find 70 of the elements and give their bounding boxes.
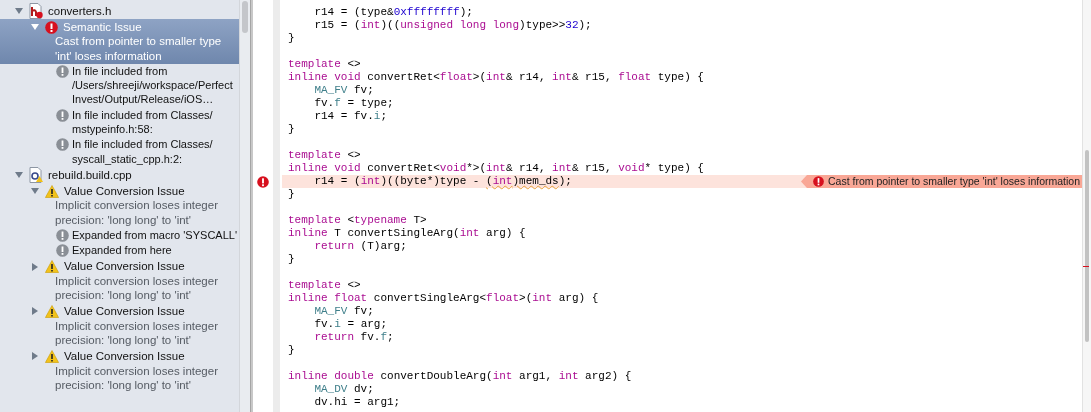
code-line: inline void convertRet<void*>(int& r14, int& r15, void* type) { [288, 162, 704, 175]
issue-item[interactable]: Value Conversion Issue Implicit conversion loses integer precision: 'long long' to 'int' [0, 303, 239, 349]
note-text[interactable]: In file included from Classes/ syscall_static_cpp.h:2: [72, 137, 237, 166]
code-line: template <> [288, 58, 361, 71]
code-line: r14 = (type&0xffffffff); [313, 6, 473, 19]
code-line: fv.i = arg; [313, 318, 388, 331]
note-text[interactable]: In file included from /Users/shreeji/workspace/Perfect Invest/Output/Release/iOS… [72, 63, 237, 107]
error-icon [257, 175, 269, 188]
issue-item[interactable]: Value Conversion Issue Implicit conversion loses integer precision: 'long long' to 'int' [0, 182, 239, 228]
note-icon [56, 138, 69, 152]
code-line: inline void convertRet<float>(int& r14, int& r15, float type) { [288, 71, 704, 84]
code-line: } [288, 344, 295, 357]
issue-message: Implicit conversion loses integer precision: 'long long' to 'int' [54, 198, 219, 227]
issue-message: Implicit conversion loses integer precision: 'long long' to 'int' [54, 273, 219, 303]
disclosure-triangle-icon[interactable] [30, 261, 40, 272]
code-line: inline float convertSingleArg<float>(int arg) { [288, 292, 599, 305]
issue-message: Cast from pointer to smaller type 'int' loses information [54, 34, 223, 63]
issue-item[interactable]: Value Conversion Issue Implicit conversion loses integer precision: 'long long' to 'int' [0, 258, 239, 304]
file-icon [29, 166, 43, 183]
code-line: return (T)arg; [313, 240, 407, 253]
code-line: MA_FV fv; [313, 305, 374, 318]
code-line: dv.hi = arg1; [313, 396, 401, 409]
code-line: } [288, 32, 295, 45]
note-text[interactable]: Expanded from here [72, 243, 237, 258]
code-line: r14 = fv.i; [313, 110, 388, 123]
error-icon [45, 20, 58, 34]
code-line: template <> [288, 149, 361, 162]
note-icon [56, 108, 69, 122]
code-line: inline double convertDoubleArg(int arg1, int arg2) { [288, 370, 632, 383]
code-line: r15 = (int)((unsigned long long)type>>32); [313, 19, 592, 32]
code-line: template <typename T> [288, 214, 427, 227]
note-text[interactable]: In file included from Classes/ mstypeinfo.h:58: [72, 107, 237, 137]
code-line: inline T convertSingleArg(int arg) { [288, 227, 526, 240]
note-icon [56, 228, 69, 242]
code-line: } [288, 188, 295, 201]
issue-message: Implicit conversion loses integer precision: 'long long' to 'int' [54, 363, 219, 393]
note-icon [56, 244, 69, 258]
note-text[interactable]: Expanded from macro 'SYSCALL' [72, 227, 237, 243]
error-marker [1083, 266, 1089, 267]
issue-title: Value Conversion Issue [64, 304, 185, 319]
issue-title: Semantic Issue [63, 20, 142, 35]
code-line: } [288, 253, 295, 266]
disclosure-triangle-icon[interactable] [14, 169, 24, 180]
disclosure-triangle-icon[interactable] [30, 351, 40, 362]
warning-icon [45, 260, 59, 274]
issue-title: Value Conversion Issue [64, 183, 185, 199]
code-line: } [288, 123, 295, 136]
code-line: MA_FV fv; [313, 84, 374, 97]
issue-item[interactable]: Value Conversion Issue Implicit conversion loses integer precision: 'long long' to 'int' [0, 348, 239, 394]
file-name[interactable]: rebuild.build.cpp [48, 167, 132, 183]
warning-icon [45, 184, 59, 198]
error-icon [812, 176, 824, 187]
disclosure-triangle-icon[interactable] [14, 6, 24, 16]
issue-annotation[interactable]: Cast from pointer to smaller type 'int' loses information [800, 175, 1082, 188]
issue-title: Value Conversion Issue [64, 349, 185, 364]
code-line: template <> [288, 279, 361, 292]
code-line: r14 = (int)((byte*)type - (int)mem_ds); [313, 175, 572, 188]
issue-message: Implicit conversion loses integer precision: 'long long' to 'int' [54, 318, 219, 348]
file-icon [29, 3, 43, 19]
issue-title: Value Conversion Issue [64, 259, 185, 274]
code-line: MA_DV dv; [313, 383, 374, 396]
warning-icon [45, 349, 59, 363]
warning-icon [45, 305, 59, 318]
scrollbar-thumb[interactable] [1085, 150, 1089, 342]
file-name[interactable]: converters.h [48, 3, 112, 19]
scrollbar-thumb[interactable] [242, 1, 248, 33]
disclosure-triangle-icon[interactable] [30, 306, 40, 317]
code-line: return fv.f; [313, 331, 394, 344]
code-line: fv.f = type; [313, 97, 394, 110]
note-icon [56, 64, 69, 78]
